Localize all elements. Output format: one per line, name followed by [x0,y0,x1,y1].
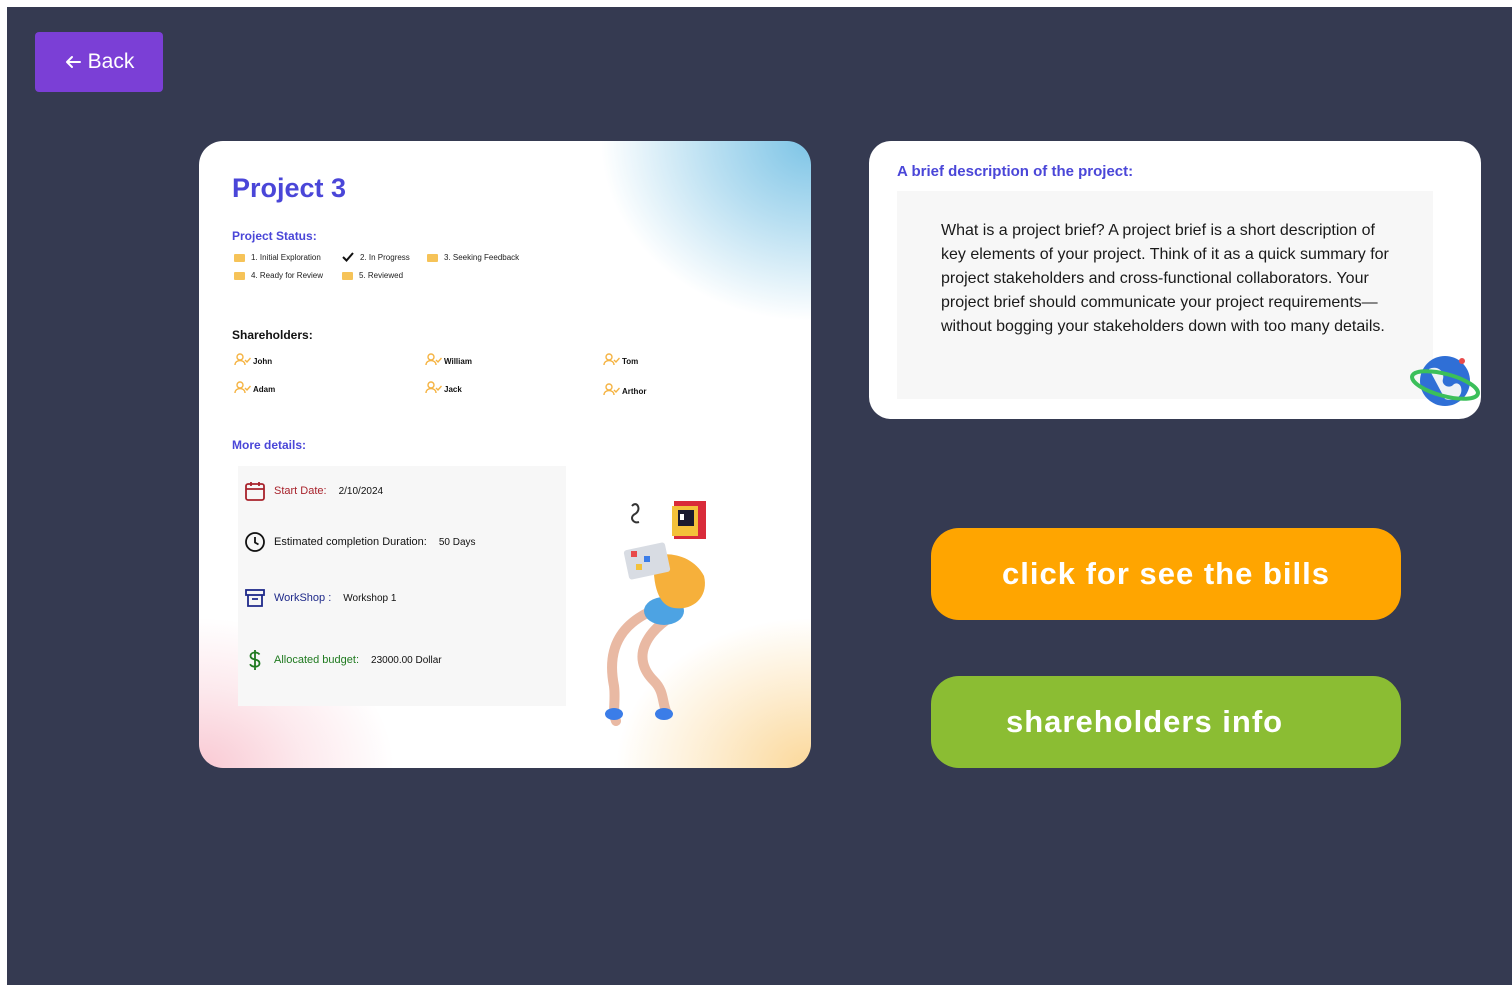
duration-label: Estimated completion Duration: [274,536,427,548]
shareholder-name: John [253,357,273,366]
status-checkbox-icon [234,253,245,262]
status-item-reviewed[interactable]: 5. Reviewed [342,271,403,280]
see-bills-label: click for see the bills [1002,556,1330,591]
description-text: What is a project brief? A project brief… [941,222,1389,335]
shareholder-name: Jack [444,385,462,394]
character-illustration [605,501,706,726]
status-item-in-progress[interactable]: 2. In Progress [342,252,410,262]
user-check-icon [425,353,442,366]
start-date-label: Start Date: [274,485,327,497]
project-status-label: Project Status: [232,229,317,243]
back-button-label: Back [87,50,135,73]
shareholder-name: Adam [253,385,276,394]
user-check-icon [603,353,620,366]
start-date-value: 2/10/2024 [338,485,384,497]
workshop-row: WorkShop : Workshop 1 [244,587,396,609]
shareholders-info-label: shareholders info [1006,704,1284,739]
shareholder-item: Adam [234,381,275,394]
start-date-row: Start Date: 2/10/2024 [244,480,383,502]
status-item-seeking-feedback[interactable]: 3. Seeking Feedback [427,253,519,262]
app-background: Back Project 3 Project Status: 1. Initia… [7,7,1512,985]
budget-value: 23000.00 Dollar [371,654,442,666]
status-checkbox-icon [342,271,353,280]
status-label: 4. Ready for Review [251,271,324,280]
description-box: What is a project brief? A project brief… [897,191,1433,399]
archive-icon [245,589,265,607]
user-check-icon [234,353,251,366]
back-button[interactable]: Back [35,32,163,92]
description-card: A brief description of the project: What… [869,141,1481,419]
details-panel: Start Date: 2/10/2024 Estimated completi… [238,466,566,706]
calendar-icon [245,482,265,501]
status-item-initial-exploration[interactable]: 1. Initial Exploration [234,253,321,262]
workshop-label: WorkShop : [274,592,332,604]
workshop-value: Workshop 1 [343,592,397,604]
user-check-icon [425,381,442,394]
user-check-icon [234,381,251,394]
status-label: 3. Seeking Feedback [444,253,520,262]
shareholder-item: John [234,353,272,366]
globe-icon [1410,356,1480,406]
shareholder-name: Arthor [622,387,647,396]
shareholder-item: Arthor [603,383,646,396]
arrow-left-icon [65,56,81,68]
shareholders-info-button[interactable]: shareholders info [931,676,1401,768]
shareholder-item: Tom [603,353,638,366]
shareholders-label: Shareholders: [232,328,313,342]
duration-row: Estimated completion Duration: 50 Days [244,531,476,553]
status-checkbox-icon [234,271,245,280]
shareholder-name: Tom [622,357,639,366]
user-check-icon [603,383,620,396]
project-card: Project 3 Project Status: 1. Initial Exp… [199,141,811,768]
budget-label: Allocated budget: [274,654,360,666]
status-label: 5. Reviewed [359,271,404,280]
more-details-label: More details: [232,438,307,452]
shareholder-item: William [425,353,472,366]
dollar-icon [249,650,261,670]
status-item-ready-for-review[interactable]: 4. Ready for Review [234,271,323,280]
duration-value: 50 Days [438,536,476,548]
status-label: 2. In Progress [360,252,410,262]
checkmark-icon [342,252,354,262]
see-bills-button[interactable]: click for see the bills [931,528,1401,620]
project-title: Project 3 [232,173,347,203]
description-title: A brief description of the project: [897,163,1134,180]
status-checkbox-icon [427,253,438,262]
status-label: 1. Initial Exploration [251,253,321,262]
clock-icon [245,532,265,552]
shareholder-item: Jack [425,381,462,394]
budget-row: Allocated budget: 23000.00 Dollar [244,649,442,671]
shareholder-name: William [444,357,472,366]
